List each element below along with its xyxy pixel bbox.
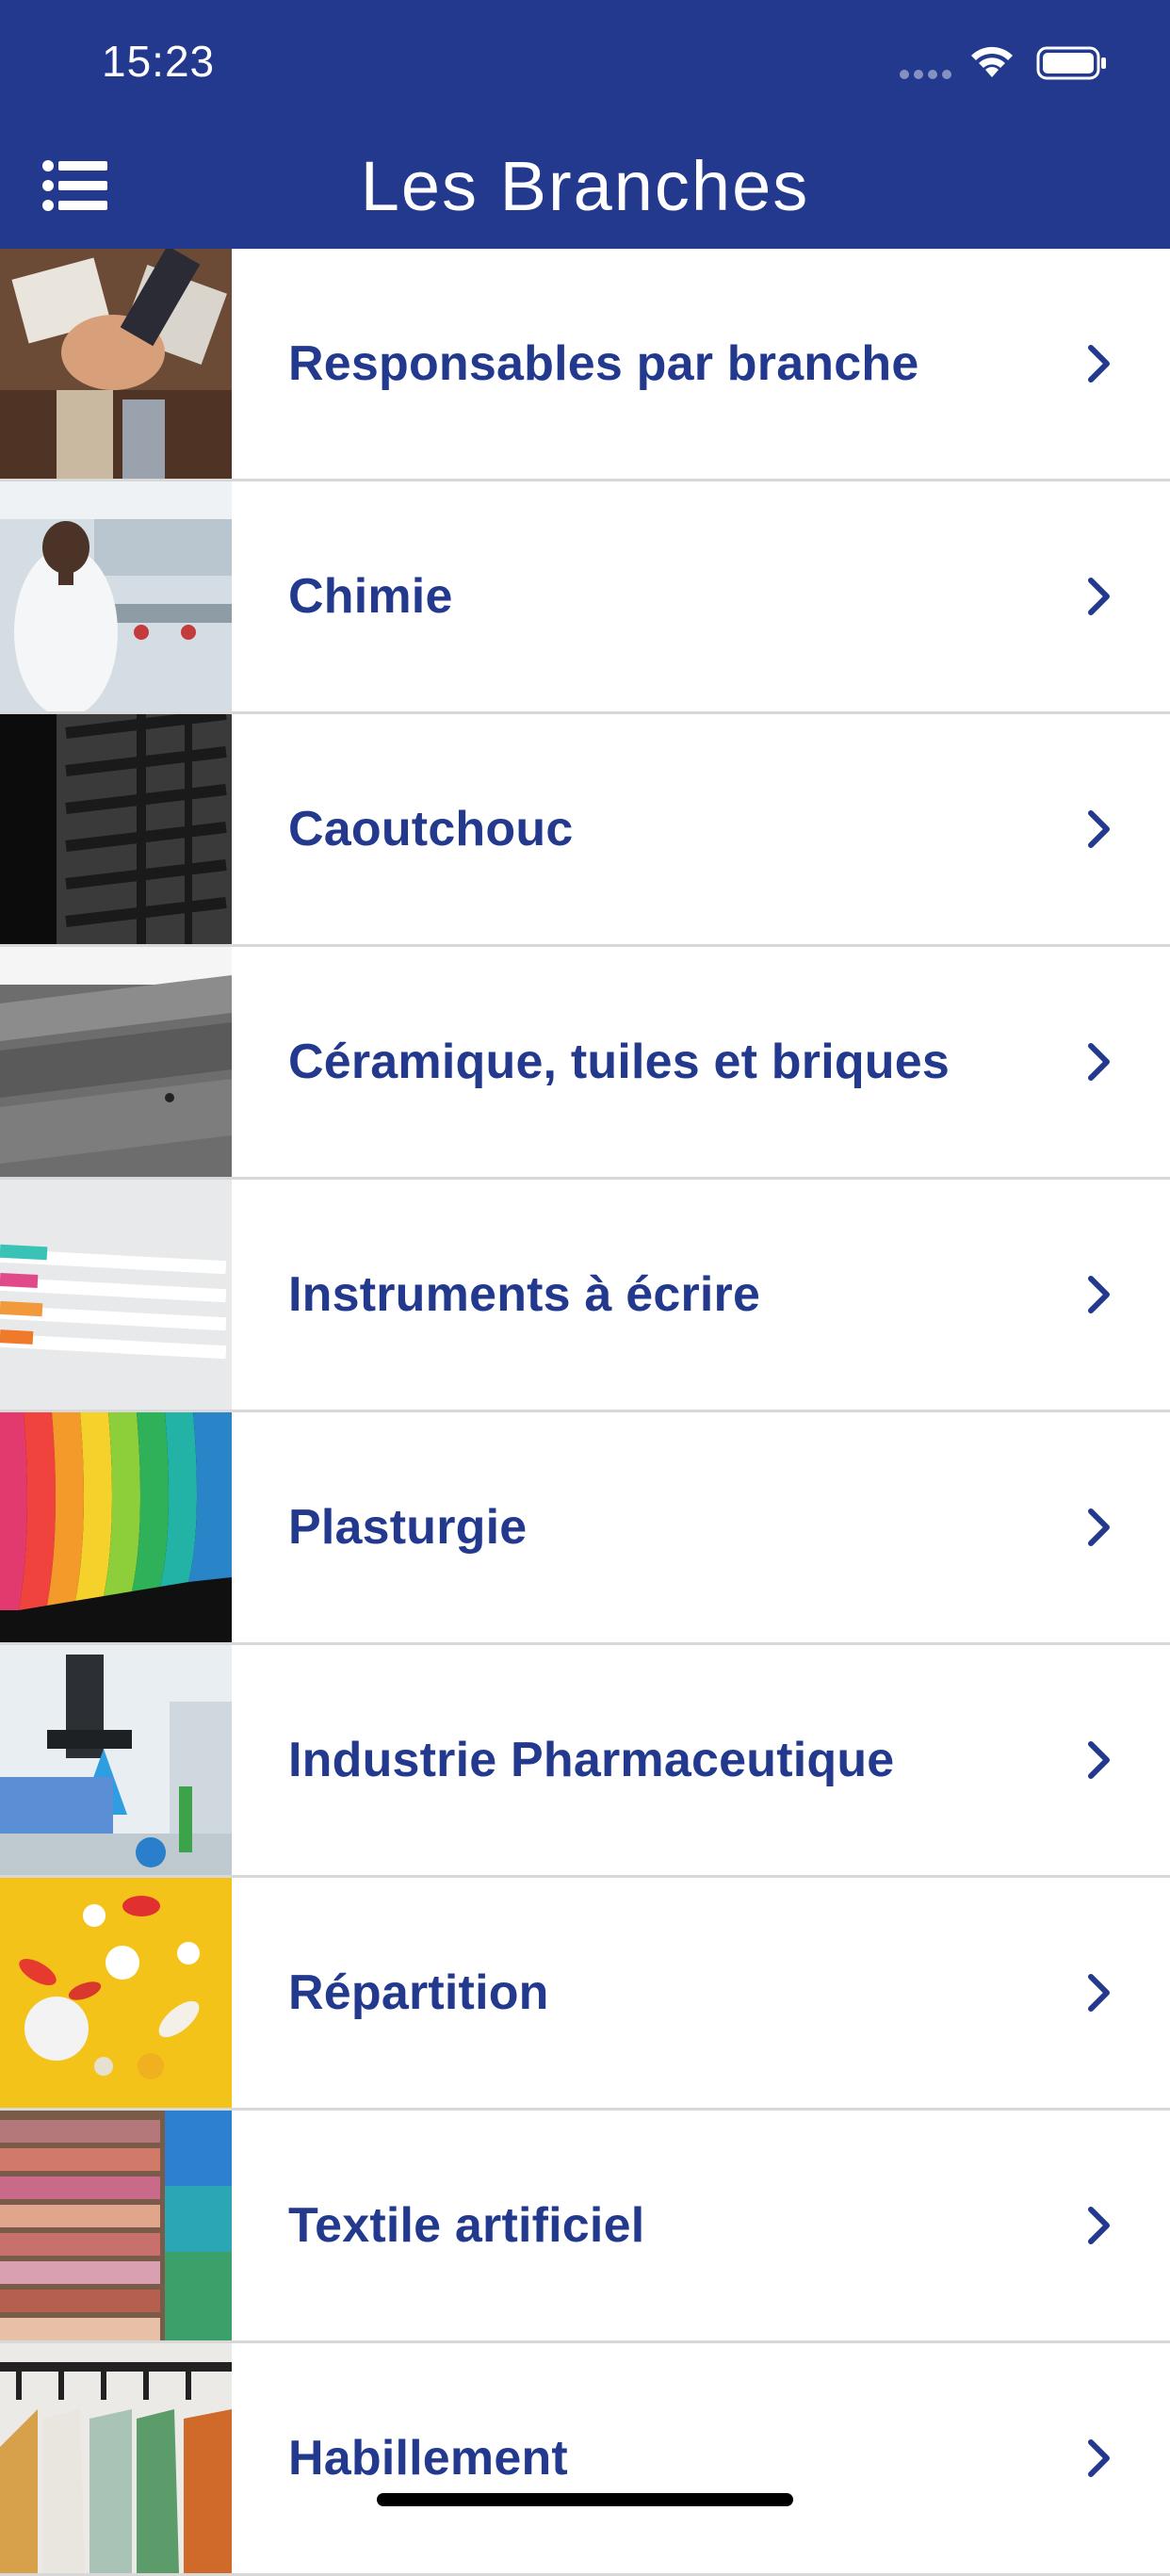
branch-item-chimie[interactable]: Chimie — [0, 481, 1170, 714]
chevron-right-icon — [1088, 1276, 1110, 1313]
branch-label: Industrie Pharmaceutique — [288, 1733, 895, 1787]
branch-label: Plasturgie — [288, 1500, 528, 1555]
chevron-right-icon — [1088, 1043, 1110, 1081]
pills-thumbnail — [0, 1878, 232, 2108]
clothes-hangers-thumbnail — [0, 2343, 232, 2573]
chevron-right-icon — [1088, 2439, 1110, 2477]
folded-fabrics-thumbnail — [0, 2111, 232, 2340]
branch-item-habillement[interactable]: Habillement — [0, 2343, 1170, 2576]
pens-thumbnail — [0, 1180, 232, 1410]
battery-icon — [1036, 46, 1106, 80]
chevron-right-icon — [1088, 578, 1110, 615]
branch-item-repartition[interactable]: Répartition — [0, 1878, 1170, 2111]
wifi-icon — [971, 46, 1013, 77]
navigation-header: 15:23 Les Branches — [0, 0, 1170, 249]
chevron-right-icon — [1088, 345, 1110, 383]
page-title: Les Branches — [360, 147, 810, 225]
branch-item-pharmaceutique[interactable]: Industrie Pharmaceutique — [0, 1645, 1170, 1878]
branch-label: Caoutchouc — [288, 802, 574, 856]
chevron-right-icon — [1088, 2207, 1110, 2244]
branch-label: Chimie — [288, 569, 453, 624]
branch-label: Textile artificiel — [288, 2198, 645, 2253]
branch-label: Responsables par branche — [288, 336, 919, 391]
laboratory-thumbnail — [0, 481, 232, 711]
chevron-right-icon — [1088, 810, 1110, 848]
branch-item-instruments[interactable]: Instruments à écrire — [0, 1180, 1170, 1412]
team-hands-thumbnail — [0, 249, 232, 479]
pharma-lab-thumbnail — [0, 1645, 232, 1875]
chevron-right-icon — [1088, 1741, 1110, 1779]
tire-tread-thumbnail — [0, 714, 232, 944]
home-indicator[interactable] — [377, 2493, 793, 2506]
branch-item-caoutchouc[interactable]: Caoutchouc — [0, 714, 1170, 947]
branch-item-responsables[interactable]: Responsables par branche — [0, 249, 1170, 481]
branch-label: Habillement — [288, 2431, 568, 2486]
branch-label: Instruments à écrire — [288, 1267, 761, 1322]
colored-plastic-thumbnail — [0, 1412, 232, 1642]
branch-item-ceramique[interactable]: Céramique, tuiles et briques — [0, 947, 1170, 1180]
chevron-right-icon — [1088, 1508, 1110, 1546]
cellular-signal-icon — [900, 70, 951, 79]
roof-tiles-thumbnail — [0, 947, 232, 1177]
branch-label: Répartition — [288, 1965, 549, 2020]
branch-list: Responsables par branche Chimie Caoutcho… — [0, 249, 1170, 2576]
status-time: 15:23 — [102, 37, 216, 86]
branch-label: Céramique, tuiles et briques — [288, 1035, 951, 1089]
branch-item-plasturgie[interactable]: Plasturgie — [0, 1412, 1170, 1645]
chevron-right-icon — [1088, 1974, 1110, 2012]
branch-item-textile[interactable]: Textile artificiel — [0, 2111, 1170, 2343]
